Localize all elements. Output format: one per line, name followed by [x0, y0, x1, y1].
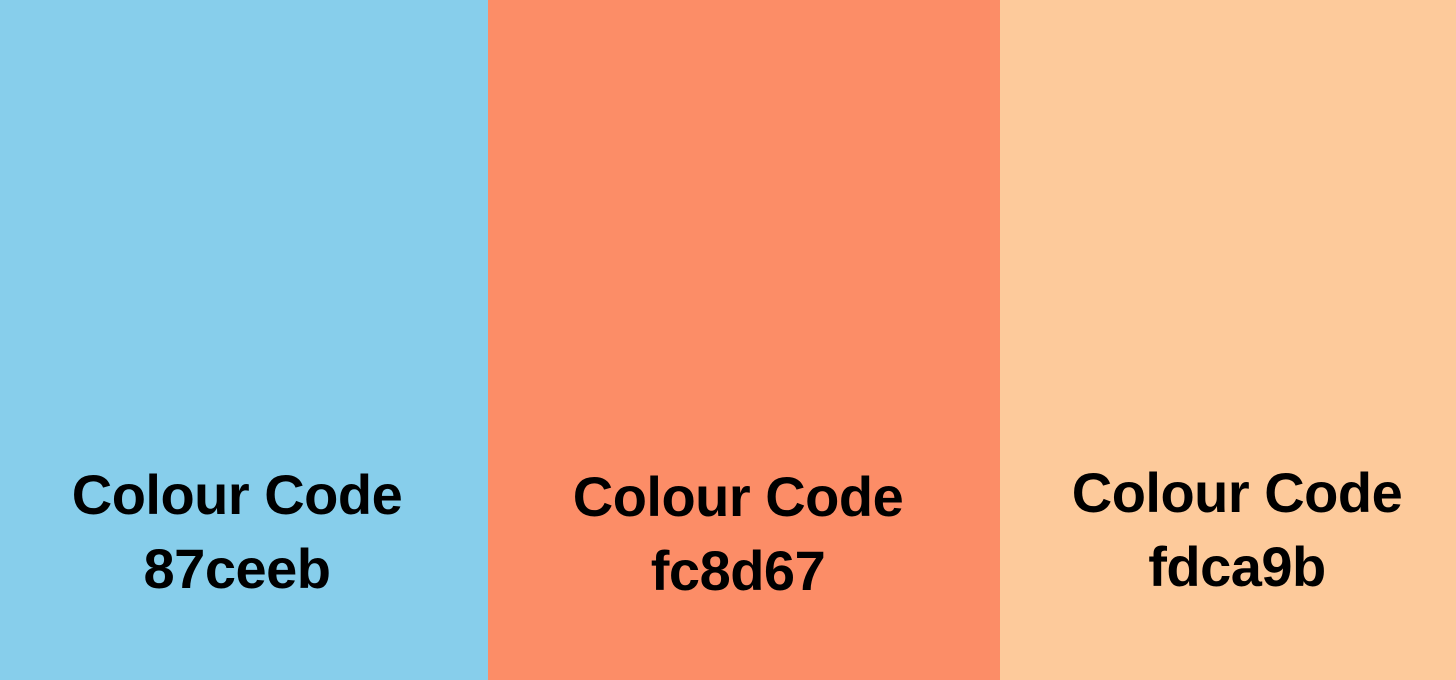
swatch-code: fdca9b [1148, 535, 1326, 598]
swatch-heading: Colour Code [71, 463, 403, 526]
swatch-heading: Colour Code [572, 465, 904, 528]
swatch-code: fc8d67 [650, 539, 826, 602]
swatch-heading: Colour Code [1071, 461, 1403, 524]
colour-palette: Colour Code 87ceeb Colour Code fc8d67 Co… [0, 0, 1456, 680]
swatch-label: Colour Code fc8d67 [476, 460, 1000, 608]
swatch-code: 87ceeb [143, 537, 331, 600]
swatch-peach: Colour Code fdca9b [1000, 0, 1456, 680]
swatch-label: Colour Code 87ceeb [0, 458, 488, 606]
swatch-label: Colour Code fdca9b [1018, 456, 1456, 604]
swatch-sky-blue: Colour Code 87ceeb [0, 0, 488, 680]
swatch-coral: Colour Code fc8d67 [488, 0, 1000, 680]
